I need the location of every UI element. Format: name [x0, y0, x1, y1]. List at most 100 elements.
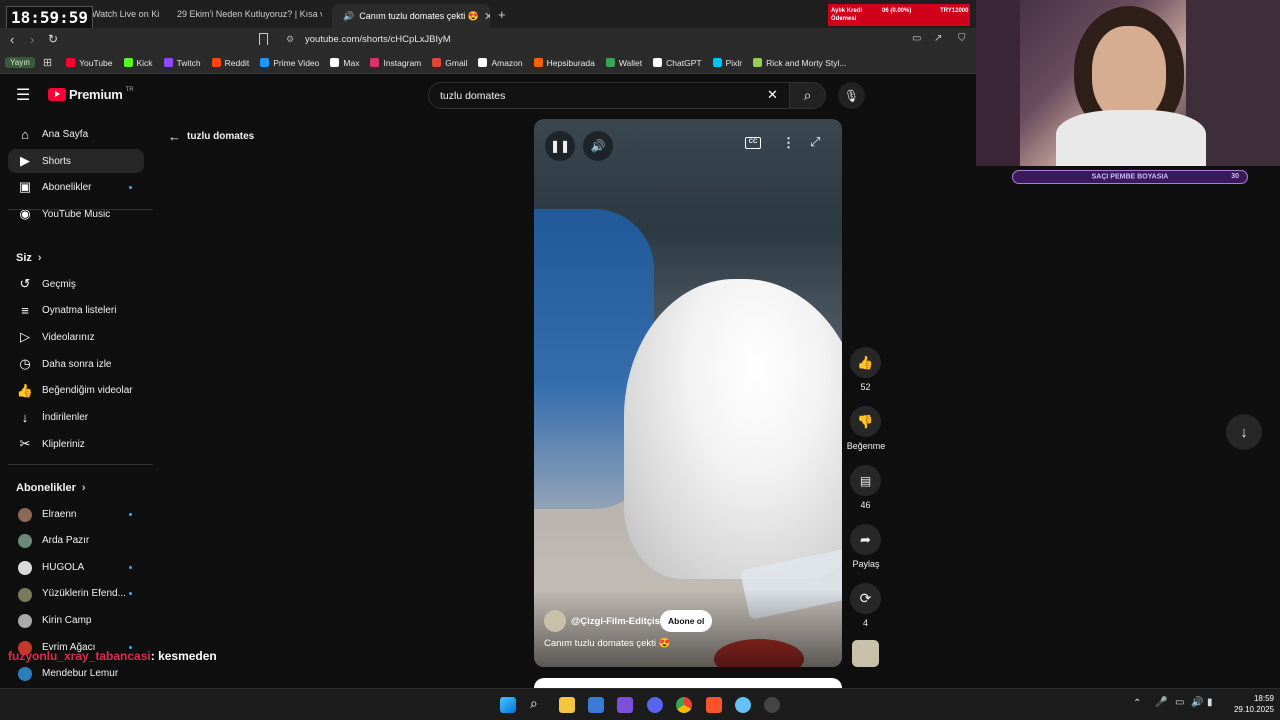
- search-box[interactable]: tuzlu domates ✕: [428, 82, 790, 109]
- channel-avatar[interactable]: [544, 610, 566, 632]
- short-video-player[interactable]: ❚❚ 🔊 CC ⋮ ⤢ @Çizgi-Film-Editçisi Abone o…: [534, 119, 842, 667]
- fullscreen-icon[interactable]: ⤢: [810, 134, 820, 150]
- voice-search-button[interactable]: 🎙: [838, 82, 865, 109]
- sidebar-item-your-videos[interactable]: ▷ Videolarınız: [8, 325, 144, 349]
- next-short-preview[interactable]: [534, 678, 842, 688]
- sidebar-item-home[interactable]: ⌂ Ana Sayfa: [8, 122, 144, 146]
- sidebar-item-music[interactable]: ◉ YouTube Music: [8, 202, 144, 226]
- tray-chevron-icon[interactable]: ⌃: [1133, 698, 1141, 709]
- menu-hamburger-icon[interactable]: ☰: [16, 85, 30, 105]
- like-count: 52: [860, 382, 871, 392]
- bookmark-item[interactable]: Twitch: [163, 58, 201, 68]
- subscribe-button[interactable]: Abone ol: [660, 610, 713, 632]
- back-to-search[interactable]: ← tuzlu domates: [168, 129, 254, 144]
- comments-button[interactable]: ▤: [850, 465, 881, 496]
- bookmark-item[interactable]: Max: [330, 58, 359, 68]
- like-button[interactable]: 👍: [850, 347, 881, 378]
- chrome-icon[interactable]: [676, 697, 692, 713]
- site-info-icon[interactable]: ⚙: [286, 34, 294, 45]
- volume-icon: 🔊: [590, 139, 606, 153]
- sidebar-subscription[interactable]: Elraenn: [8, 502, 144, 526]
- sidebar-item-watch-later[interactable]: ◷ Daha sonra izle: [8, 352, 144, 376]
- app-icon[interactable]: [764, 697, 780, 713]
- sidebar-item-downloads[interactable]: ↓ İndirilenler: [8, 406, 144, 430]
- sidebar-item-label: HUGOLA: [42, 561, 85, 573]
- sidebar-subscription[interactable]: Arda Pazır: [8, 529, 144, 553]
- back-arrow-icon[interactable]: ‹: [10, 32, 14, 47]
- channel-avatar-wrap: [8, 586, 42, 602]
- pause-button[interactable]: ❚❚: [545, 131, 575, 161]
- tray-volume-icon[interactable]: 🔊: [1191, 697, 1203, 708]
- remix-button[interactable]: ⟳: [850, 583, 881, 614]
- microphone-icon: 🎙: [843, 88, 860, 103]
- share-button[interactable]: ➦: [850, 524, 881, 555]
- sidebar-item-history[interactable]: ↺ Geçmiş: [8, 272, 144, 296]
- file-explorer-icon[interactable]: [559, 697, 575, 713]
- tab-active-short[interactable]: 🔊 Canım tuzlu domates çekti 😍 ✕: [332, 4, 490, 28]
- forward-arrow-icon[interactable]: ›: [30, 32, 34, 47]
- bookmark-item[interactable]: Reddit: [211, 58, 249, 68]
- bookmark-item[interactable]: Hepsiburada: [533, 58, 595, 68]
- bookmark-item[interactable]: Pixlr: [712, 58, 742, 68]
- new-content-dot: [129, 512, 132, 516]
- steam-icon[interactable]: [735, 697, 751, 713]
- apps-grid-icon[interactable]: ⊞: [43, 56, 52, 69]
- next-short-button[interactable]: ↓: [1226, 414, 1262, 450]
- sidebar-you-heading[interactable]: Siz ›: [16, 252, 42, 264]
- new-tab-button[interactable]: +: [498, 4, 512, 24]
- bookmark-item[interactable]: ChatGPT: [653, 58, 702, 68]
- tray-time: 18:59: [1253, 694, 1274, 703]
- tab-29-ekim[interactable]: 29 Ekim'i Neden Kutluyoruz? | Kısa v: [172, 4, 322, 24]
- tray-clock[interactable]: 18:59 29.10.2025: [1222, 693, 1274, 715]
- stream-clock-overlay: 18:59:59: [6, 6, 94, 29]
- tray-battery-icon[interactable]: ▮: [1207, 697, 1213, 708]
- share-icon[interactable]: ↗: [934, 33, 942, 44]
- sidebar-item-clips[interactable]: ✂ Klipleriniz: [8, 432, 144, 456]
- bookmark-item[interactable]: Prime Video: [260, 58, 319, 68]
- sidebar-item-label: Yüzüklerin Efend...: [42, 588, 126, 600]
- store-icon[interactable]: [588, 697, 604, 713]
- reload-icon[interactable]: ↻: [48, 32, 58, 46]
- volume-button[interactable]: 🔊: [583, 131, 613, 161]
- close-tab-icon[interactable]: ✕: [484, 10, 490, 23]
- cast-icon[interactable]: ▭: [912, 33, 921, 44]
- sound-thumbnail[interactable]: [852, 640, 879, 667]
- sidebar-subscription[interactable]: Kirin Camp: [8, 608, 144, 632]
- watch-later-icon: ◷: [19, 356, 31, 372]
- sidebar-subscription[interactable]: Mendebur Lemur: [8, 662, 144, 686]
- bookmark-item[interactable]: Wallet: [605, 58, 642, 68]
- bookmark-item[interactable]: Gmail: [432, 58, 467, 68]
- bookmark-item[interactable]: Amazon: [478, 58, 523, 68]
- sidebar-subscription[interactable]: HUGOLA: [8, 555, 144, 579]
- sidebar-item-playlists[interactable]: ≡ Oynatma listeleri: [8, 299, 144, 323]
- profile-badge[interactable]: Yayın: [5, 57, 35, 68]
- brave-icon[interactable]: [706, 697, 722, 713]
- sidebar-subs-heading[interactable]: Abonelikler ›: [16, 482, 86, 494]
- dislike-button[interactable]: 👎: [850, 406, 881, 437]
- windows-start-icon[interactable]: [500, 697, 516, 713]
- channel-name[interactable]: @Çizgi-Film-Editçisi: [571, 616, 663, 627]
- bookmark-page-icon[interactable]: [259, 33, 268, 45]
- shield-icon[interactable]: ⛉: [958, 33, 966, 44]
- sidebar-item-liked[interactable]: 👍 Beğendiğim videolar: [8, 379, 144, 403]
- tray-mic-icon[interactable]: 🎤: [1155, 697, 1167, 708]
- search-icon[interactable]: ⌕: [530, 695, 538, 712]
- bookmark-item[interactable]: Instagram: [370, 58, 421, 68]
- sidebar-item-subscriptions[interactable]: ▣ Abonelikler: [8, 175, 144, 199]
- clear-search-icon[interactable]: ✕: [767, 87, 778, 103]
- search-input[interactable]: tuzlu domates: [440, 90, 505, 102]
- sidebar-subscription[interactable]: Yüzüklerin Efend...: [8, 582, 144, 606]
- bookmark-item[interactable]: YouTube: [66, 58, 113, 68]
- more-options-icon[interactable]: ⋮: [782, 135, 795, 151]
- search-button[interactable]: ⌕: [790, 82, 826, 109]
- youtube-premium-logo[interactable]: Premium TR: [48, 87, 134, 102]
- obs-icon[interactable]: [617, 697, 633, 713]
- bookmark-item[interactable]: Rick and Morty Styl...: [753, 58, 846, 68]
- sidebar-item-label: Videolarınız: [42, 331, 95, 343]
- captions-icon[interactable]: CC: [745, 137, 761, 149]
- sidebar-item-shorts[interactable]: ▶ Shorts: [8, 149, 144, 173]
- bookmark-item[interactable]: Kick: [123, 58, 153, 68]
- address-bar[interactable]: youtube.com/shorts/cHCpLxJBIyM: [305, 34, 451, 45]
- discord-icon[interactable]: [647, 697, 663, 713]
- tray-network-icon[interactable]: ▭: [1175, 697, 1184, 708]
